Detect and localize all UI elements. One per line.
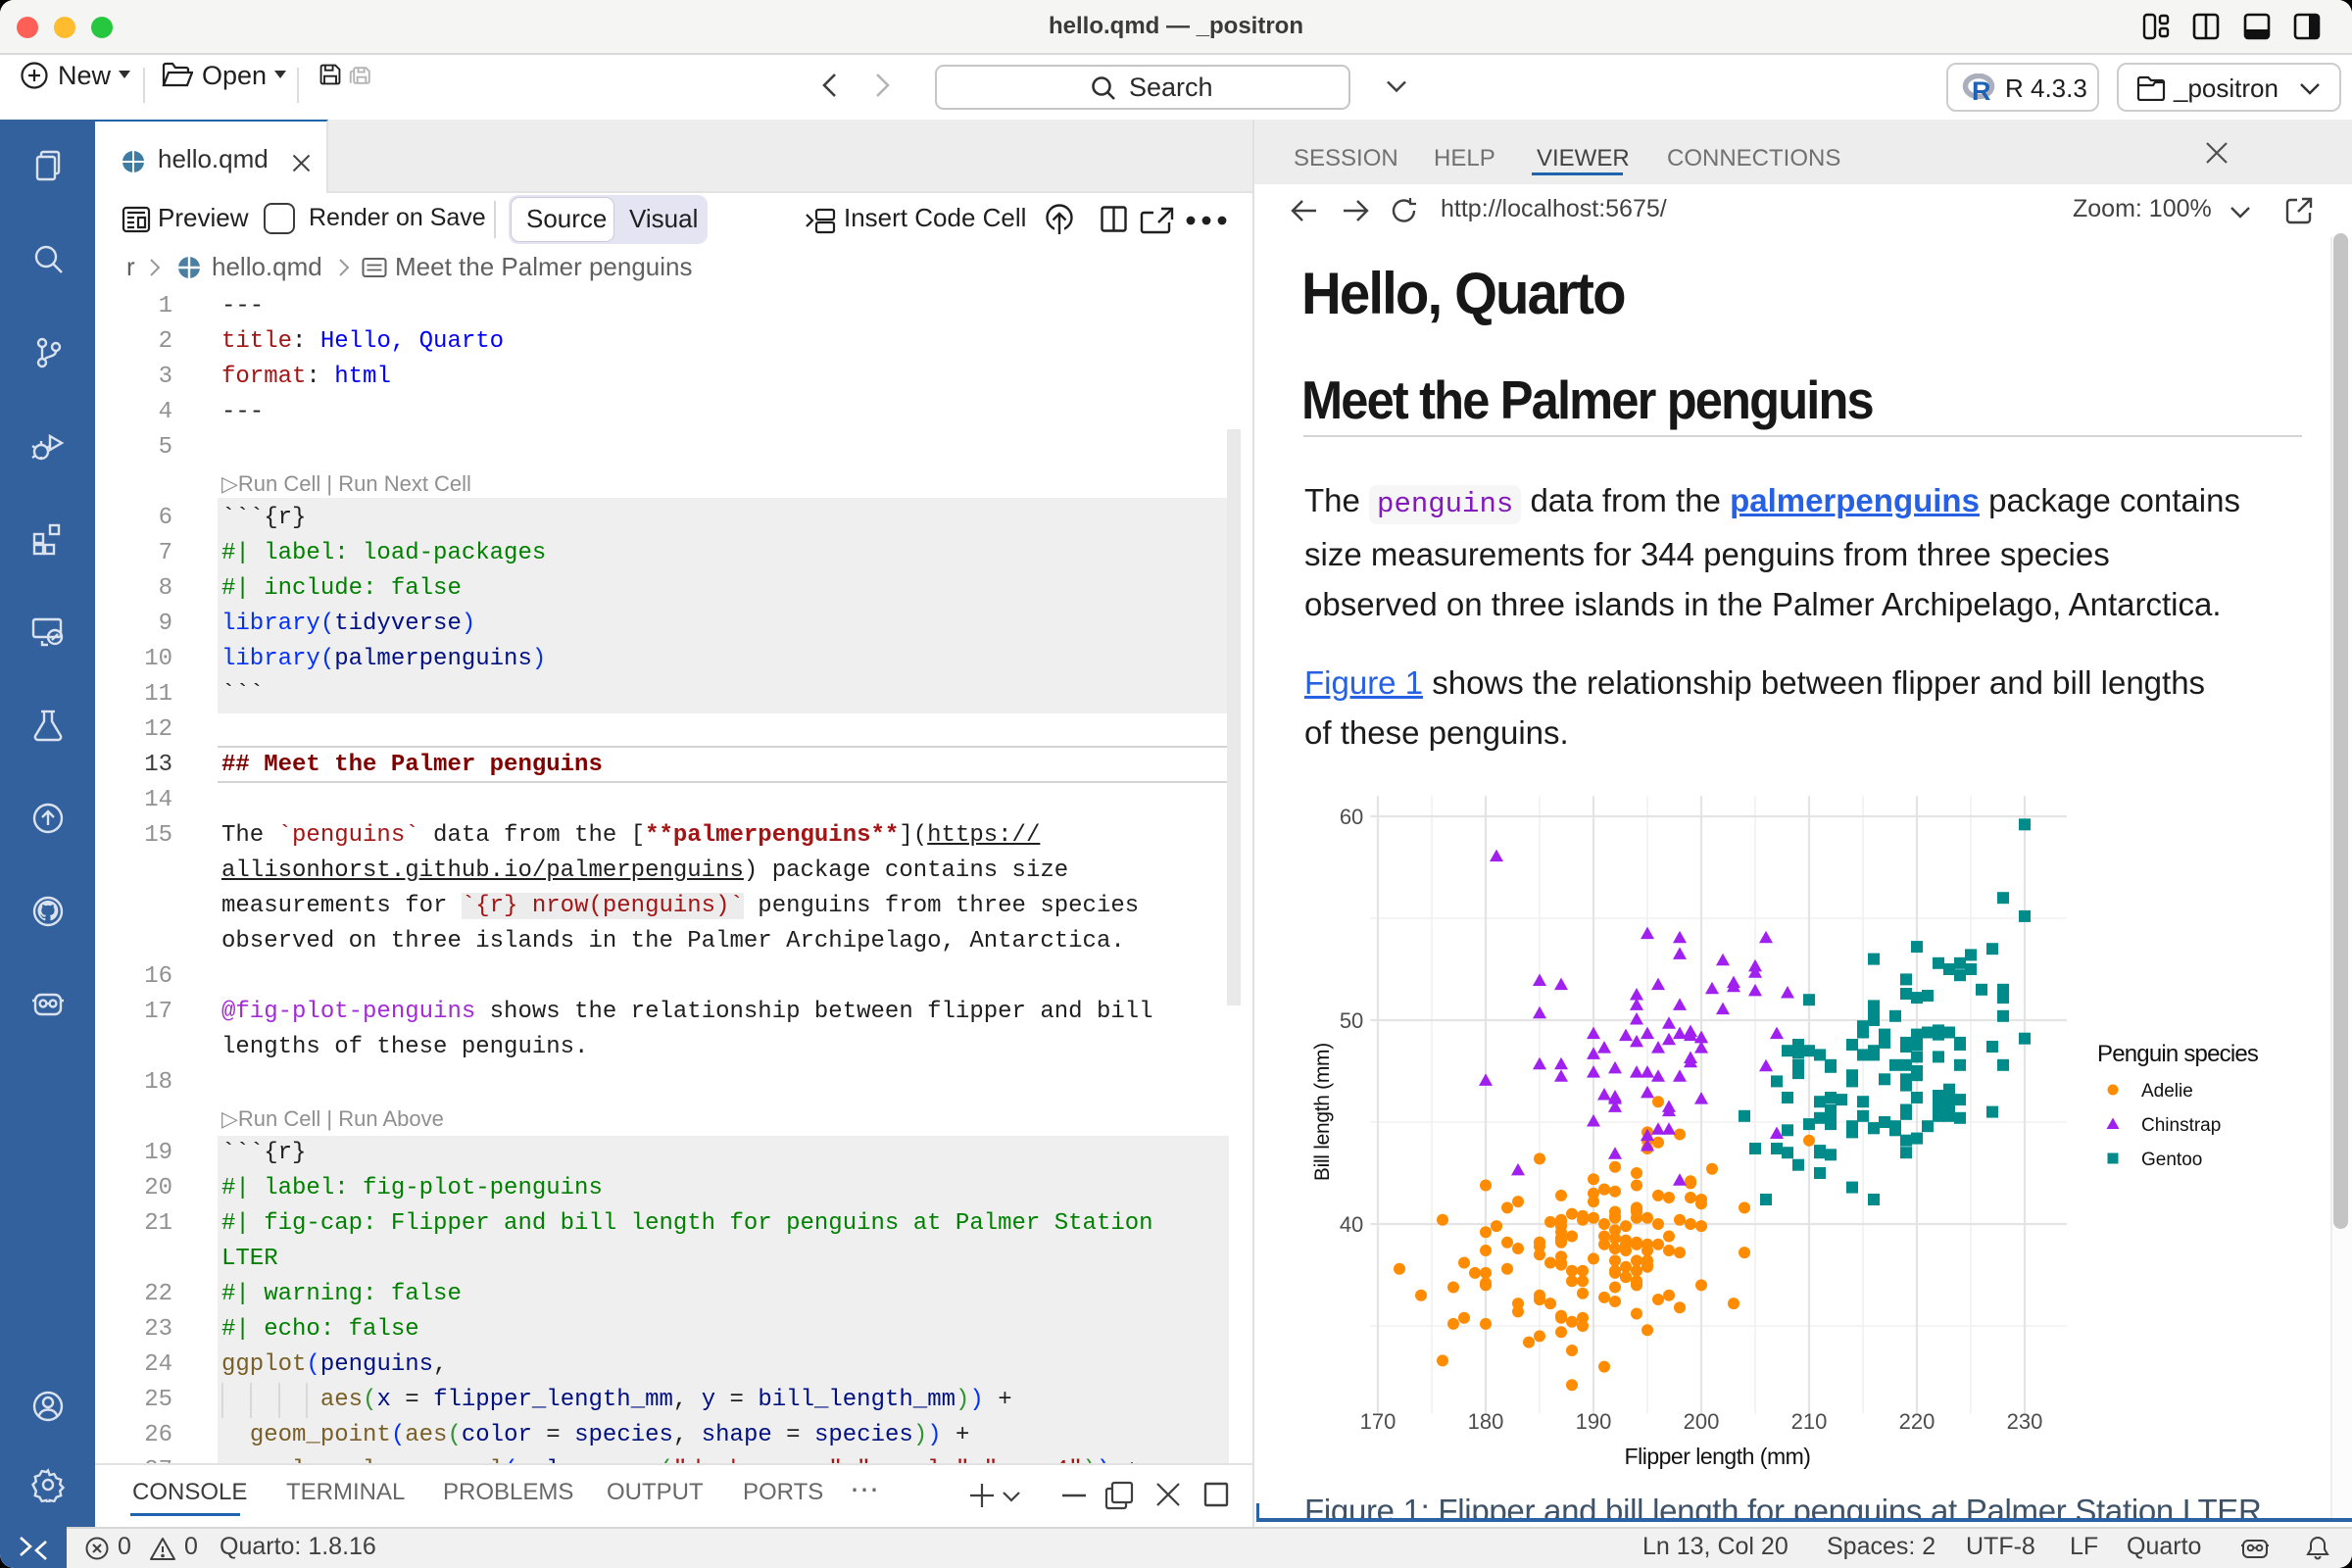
svg-text:200: 200 xyxy=(1684,1409,1720,1434)
svg-text:Bill length (mm): Bill length (mm) xyxy=(1311,1043,1334,1181)
svg-text:170: 170 xyxy=(1360,1409,1396,1434)
svg-text:230: 230 xyxy=(2007,1409,2043,1434)
svg-text:220: 220 xyxy=(1899,1409,1936,1434)
svg-text:210: 210 xyxy=(1791,1409,1828,1434)
svg-text:180: 180 xyxy=(1468,1409,1504,1434)
svg-text:60: 60 xyxy=(1340,805,1363,829)
svg-text:Gentoo: Gentoo xyxy=(2141,1150,2202,1170)
svg-text:Penguin species: Penguin species xyxy=(2097,1041,2259,1067)
svg-text:R: R xyxy=(1972,76,1991,105)
svg-text:40: 40 xyxy=(1340,1212,1363,1237)
svg-text:Flipper length (mm): Flipper length (mm) xyxy=(1625,1444,1811,1469)
svg-text:Adelie: Adelie xyxy=(2141,1081,2193,1102)
svg-text:Chinstrap: Chinstrap xyxy=(2141,1115,2221,1136)
svg-text:50: 50 xyxy=(1340,1008,1363,1033)
svg-text:190: 190 xyxy=(1576,1409,1612,1434)
